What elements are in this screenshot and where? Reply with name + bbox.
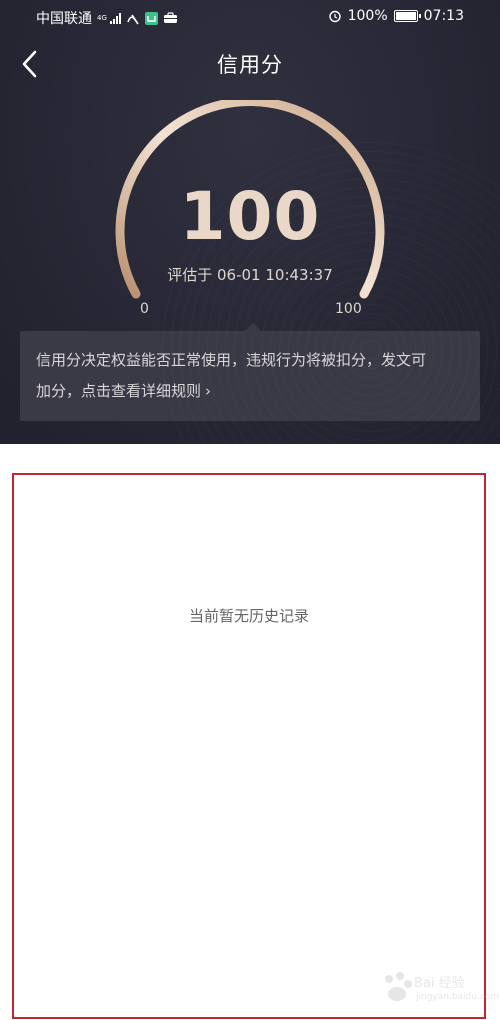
rules-info-link[interactable]: 加分，点击查看详细规则 — [36, 382, 201, 400]
network-type: 4G — [97, 13, 107, 22]
credit-score: 100 — [179, 178, 321, 255]
history-section: 当前暂无历史记录 — [12, 473, 486, 1019]
alarm-icon — [328, 10, 341, 23]
rules-info-line2: 加分，点击查看详细规则 › — [36, 376, 464, 407]
mihome-icon — [145, 11, 158, 25]
status-bar: 中国联通 4G 100% 07:13 — [0, 0, 500, 34]
watermark-brand: Bai 经验 — [414, 976, 465, 991]
gauge-min-label: 0 — [140, 301, 149, 317]
status-right: 100% 07:13 — [328, 8, 464, 24]
clock-time: 07:13 — [423, 8, 464, 24]
transfer-icon — [127, 14, 139, 24]
carrier-name: 中国联通 — [36, 11, 92, 27]
briefcase-icon — [164, 12, 177, 23]
nav-bar: 信用分 — [0, 34, 500, 92]
battery-percent: 100% — [347, 8, 388, 24]
gauge-max-label: 100 — [335, 301, 362, 317]
watermark-url: jingyan.baidu.com — [416, 992, 500, 1002]
screen: 中国联通 4G 100% 07:13 信用分 100 评估于 06-01 10:… — [0, 0, 500, 1020]
chevron-right-icon: › — [205, 382, 212, 400]
page-title: 信用分 — [217, 53, 283, 77]
evaluation-time: 评估于 06-01 10:43:37 — [167, 266, 333, 284]
rules-info-line1: 信用分决定权益能否正常使用，违规行为将被扣分，发文可 — [36, 351, 427, 369]
status-left: 中国联通 4G — [36, 8, 178, 28]
battery-icon — [393, 10, 421, 22]
history-empty-text: 当前暂无历史记录 — [188, 607, 309, 625]
baidu-watermark-logo: Bai 经验 jingyan.baidu.com — [380, 966, 499, 1016]
rules-info-card[interactable]: 信用分决定权益能否正常使用，违规行为将被扣分，发文可 加分，点击查看详细规则 › — [20, 331, 480, 421]
credit-header-panel: 中国联通 4G 100% 07:13 信用分 100 评估于 06-01 10:… — [0, 0, 500, 444]
signal-icon — [110, 12, 121, 24]
